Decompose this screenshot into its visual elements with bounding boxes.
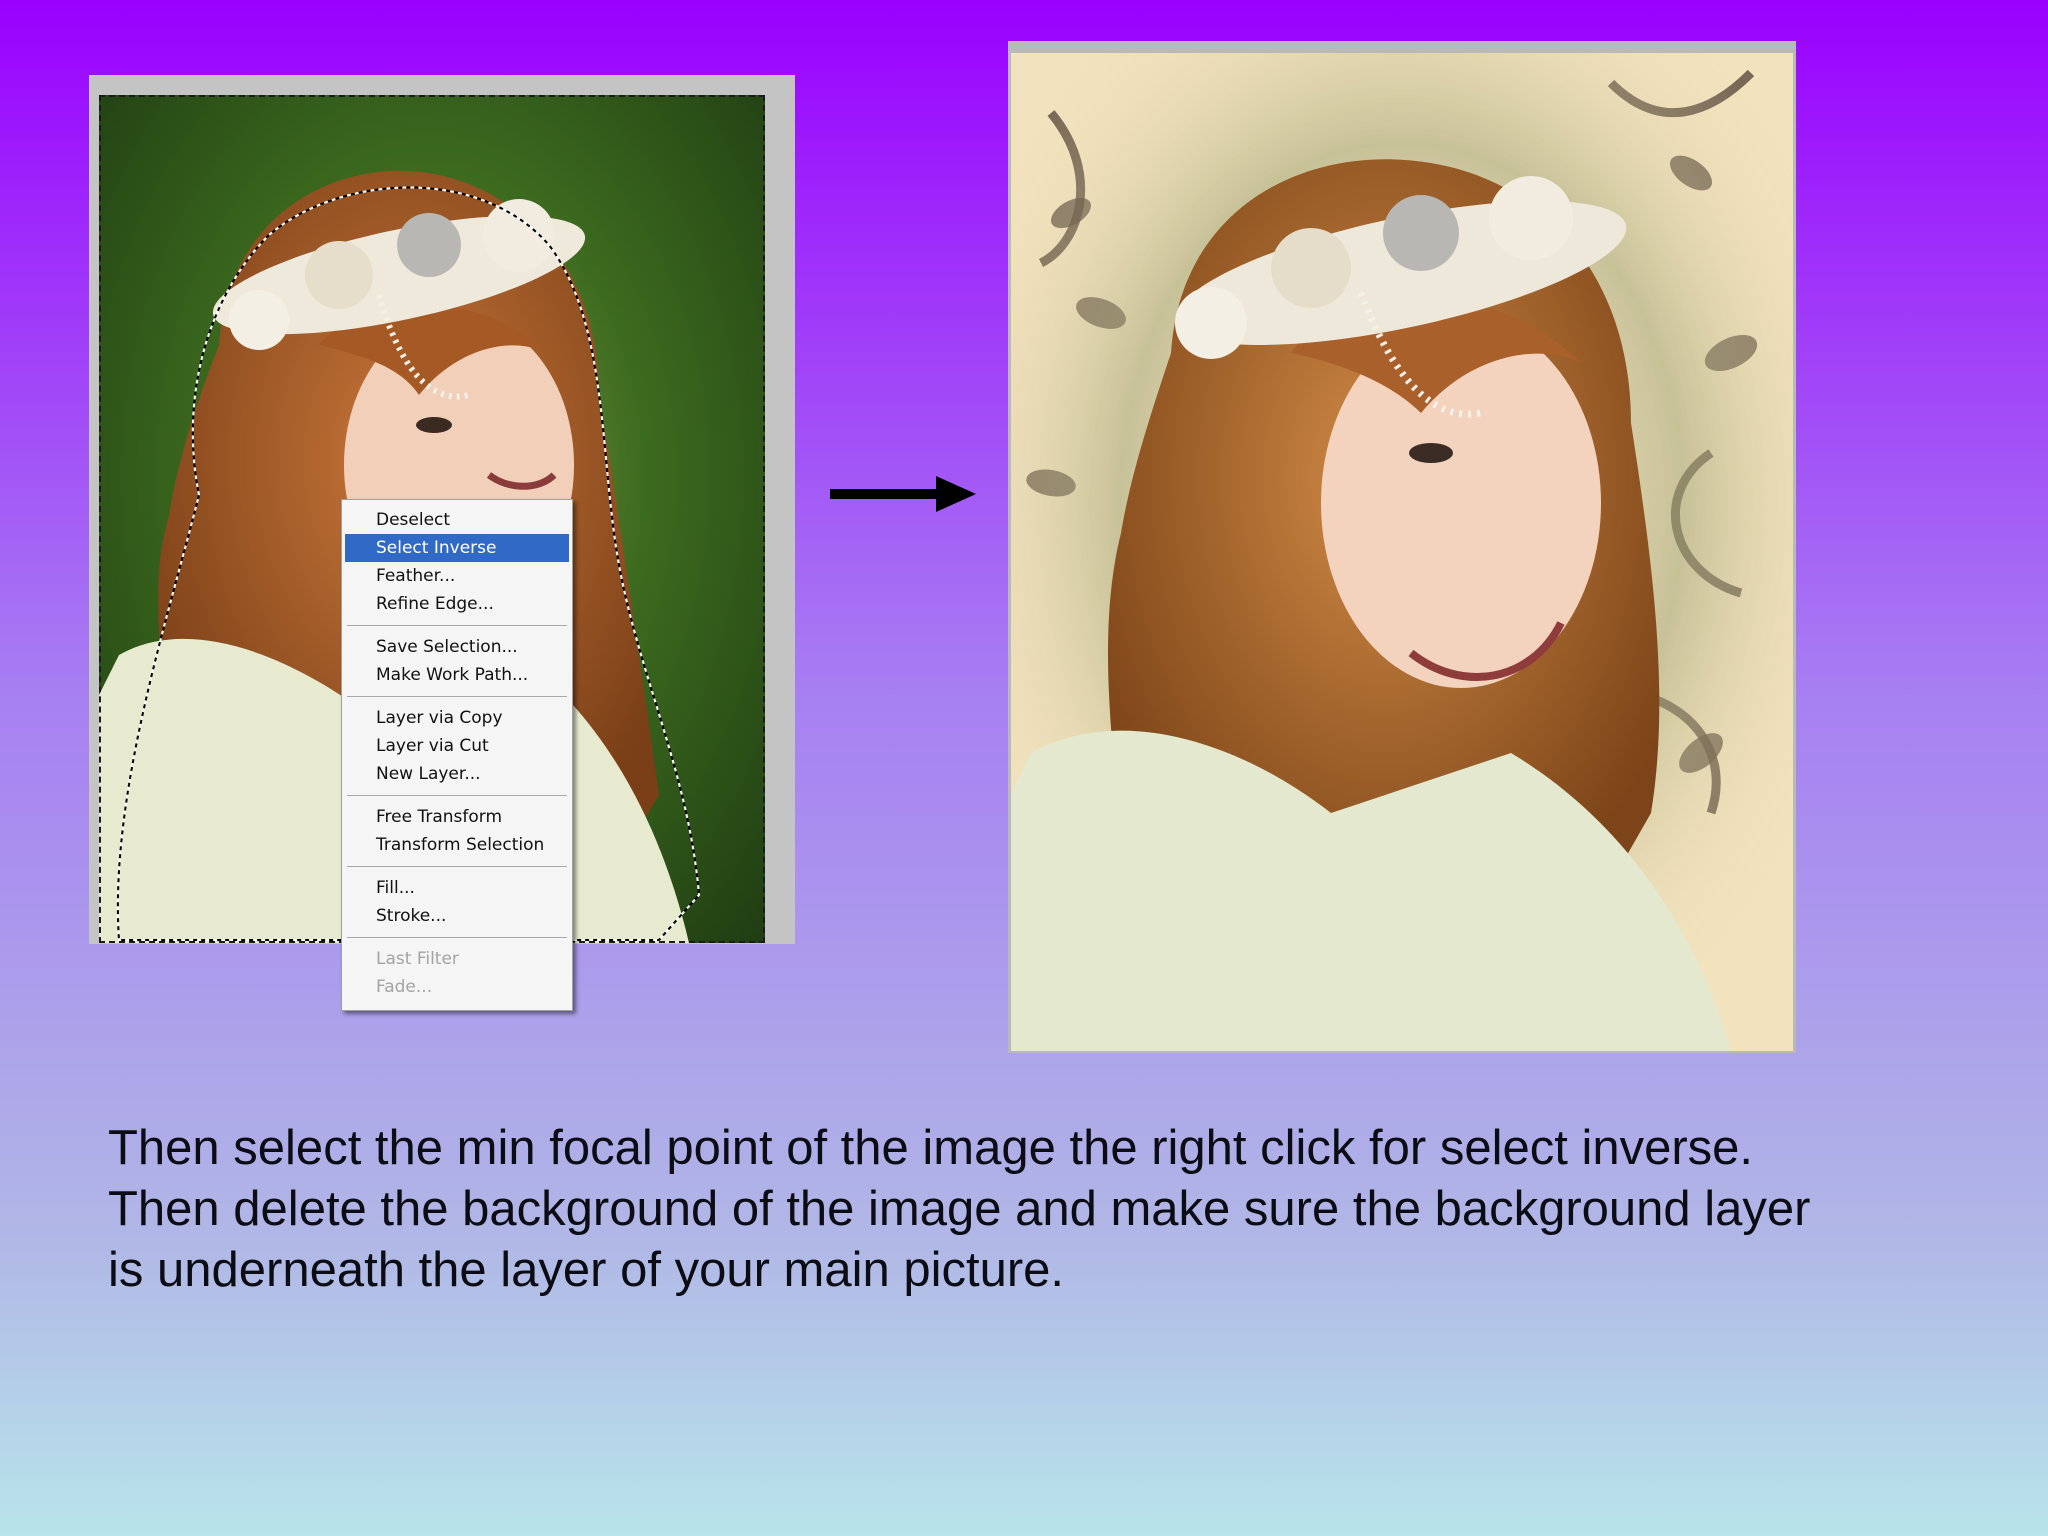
menu-item-deselect[interactable]: Deselect (345, 506, 569, 534)
composited-image (1011, 53, 1793, 1051)
menu-item-layer-via-copy[interactable]: Layer via Copy (345, 704, 569, 732)
menu-item-save-selection[interactable]: Save Selection... (345, 633, 569, 661)
menu-item-transform-selection[interactable]: Transform Selection (345, 831, 569, 859)
caption-line-3: is underneath the layer of your main pic… (108, 1243, 1065, 1297)
caption-line-1: Then select the min focal point of the i… (108, 1121, 1754, 1175)
before-screenshot: Deselect Select Inverse Feather... Refine E… (89, 75, 795, 1011)
right-arrow-icon (830, 476, 976, 512)
menu-item-free-transform[interactable]: Free Transform (345, 803, 569, 831)
result-portrait-image (1011, 53, 1793, 1051)
menu-separator (347, 937, 567, 938)
menu-item-last-filter: Last Filter (376, 949, 459, 969)
menu-item-select-inverse[interactable]: Select Inverse (345, 534, 569, 562)
menu-item-fill[interactable]: Fill... (345, 874, 569, 902)
menu-item-new-layer[interactable]: New Layer... (345, 760, 569, 788)
instruction-caption: Then select the min focal point of the i… (108, 1118, 1988, 1301)
menu-separator (347, 696, 567, 697)
menu-item-refine-edge[interactable]: Refine Edge... (345, 590, 569, 618)
menu-separator (347, 795, 567, 796)
menu-item-stroke[interactable]: Stroke... (345, 902, 569, 930)
menu-separator (347, 866, 567, 867)
menu-item-layer-via-cut[interactable]: Layer via Cut (345, 732, 569, 760)
after-result-image (1008, 41, 1796, 1053)
caption-line-2: Then delete the background of the image … (108, 1182, 1811, 1236)
menu-item-feather[interactable]: Feather... (345, 562, 569, 590)
menu-item-fade: Fade... (376, 977, 433, 997)
menu-separator (347, 625, 567, 626)
menu-item-make-work-path[interactable]: Make Work Path... (345, 661, 569, 689)
context-menu: Deselect Select Inverse Feather... Refine E… (341, 499, 573, 1011)
